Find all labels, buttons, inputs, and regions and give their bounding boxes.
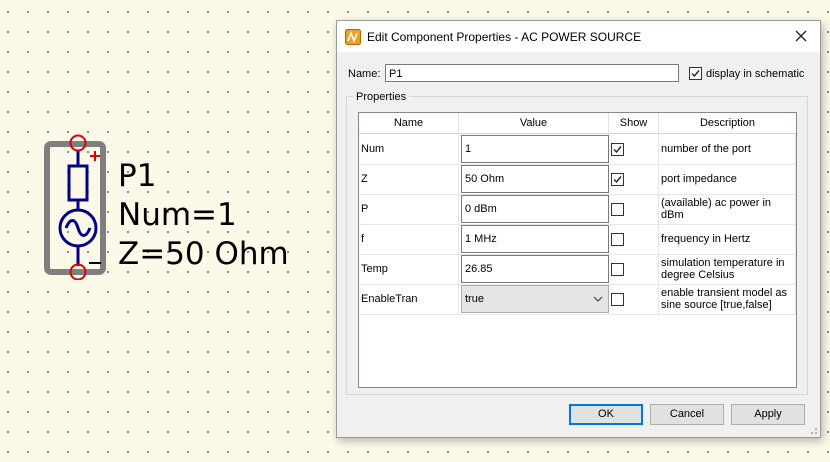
property-value-input[interactable]: 1 [461, 135, 609, 163]
qucs-app-icon [345, 29, 361, 45]
apply-button[interactable]: Apply [731, 404, 805, 425]
component-num-label: Num=1 [118, 197, 237, 233]
property-description: frequency in Hertz [659, 224, 796, 254]
check-icon [613, 146, 622, 154]
property-value-dropdown[interactable]: true [461, 285, 609, 313]
edit-component-dialog: Edit Component Properties - AC POWER SOU… [336, 20, 821, 438]
show-checkbox[interactable] [611, 233, 624, 246]
ac-power-source-symbol[interactable] [40, 130, 110, 280]
properties-group-title: Properties [353, 91, 410, 103]
property-name: P [359, 194, 459, 224]
close-button[interactable] [788, 24, 814, 48]
property-description: (available) ac power in dBm [659, 194, 796, 224]
table-row[interactable]: P 0 dBm (available) ac power in dBm [359, 194, 796, 225]
column-header-name[interactable]: Name [359, 113, 459, 133]
name-input[interactable]: P1 [385, 64, 679, 82]
property-value-input[interactable]: 1 MHz [461, 225, 609, 253]
property-name: f [359, 224, 459, 254]
table-row[interactable]: Num 1 number of the port [359, 134, 796, 165]
chevron-down-icon [593, 286, 603, 323]
show-checkbox[interactable] [611, 203, 624, 216]
property-value-input[interactable]: 50 Ohm [461, 165, 609, 193]
column-header-show[interactable]: Show [609, 113, 659, 133]
property-description: port impedance [659, 164, 796, 194]
close-icon [795, 30, 807, 42]
property-name: Z [359, 164, 459, 194]
property-value-input[interactable]: 0 dBm [461, 195, 609, 223]
show-checkbox[interactable] [611, 293, 624, 306]
ok-button[interactable]: OK [569, 404, 643, 425]
check-icon [613, 176, 622, 184]
component-z-label: Z=50 Ohm [118, 236, 289, 272]
column-header-description[interactable]: Description [659, 113, 796, 133]
table-row[interactable]: f 1 MHz frequency in Hertz [359, 224, 796, 255]
dialog-titlebar[interactable]: Edit Component Properties - AC POWER SOU… [337, 21, 820, 52]
column-header-value[interactable]: Value [459, 113, 609, 133]
property-name: Temp [359, 254, 459, 284]
dropdown-selected-value: true [465, 293, 484, 305]
table-row[interactable]: Z 50 Ohm port impedance [359, 164, 796, 195]
property-value-input[interactable]: 26.85 [461, 255, 609, 283]
component-name-label: P1 [118, 158, 157, 194]
property-description: simulation temperature in degree Celsius [659, 254, 796, 284]
cancel-button[interactable]: Cancel [650, 404, 724, 425]
property-description: number of the port [659, 134, 796, 164]
table-header: Name Value Show Description [359, 113, 796, 134]
properties-table: Name Value Show Description Num 1 number… [358, 112, 797, 388]
property-description: enable transient model as sine source [t… [659, 284, 796, 314]
show-checkbox[interactable] [611, 263, 624, 276]
property-name: Num [359, 134, 459, 164]
resize-grip-icon[interactable] [808, 425, 818, 435]
property-name: EnableTran [359, 284, 459, 314]
table-row[interactable]: EnableTran true enable transient model a… [359, 284, 796, 315]
dialog-title: Edit Component Properties - AC POWER SOU… [367, 30, 642, 44]
display-in-schematic-label: display in schematic [706, 68, 805, 80]
show-checkbox[interactable] [611, 173, 624, 186]
table-row[interactable]: Temp 26.85 simulation temperature in deg… [359, 254, 796, 285]
check-icon [691, 70, 700, 78]
display-in-schematic-checkbox[interactable] [689, 67, 702, 80]
name-label: Name: [348, 68, 381, 80]
show-checkbox[interactable] [611, 143, 624, 156]
